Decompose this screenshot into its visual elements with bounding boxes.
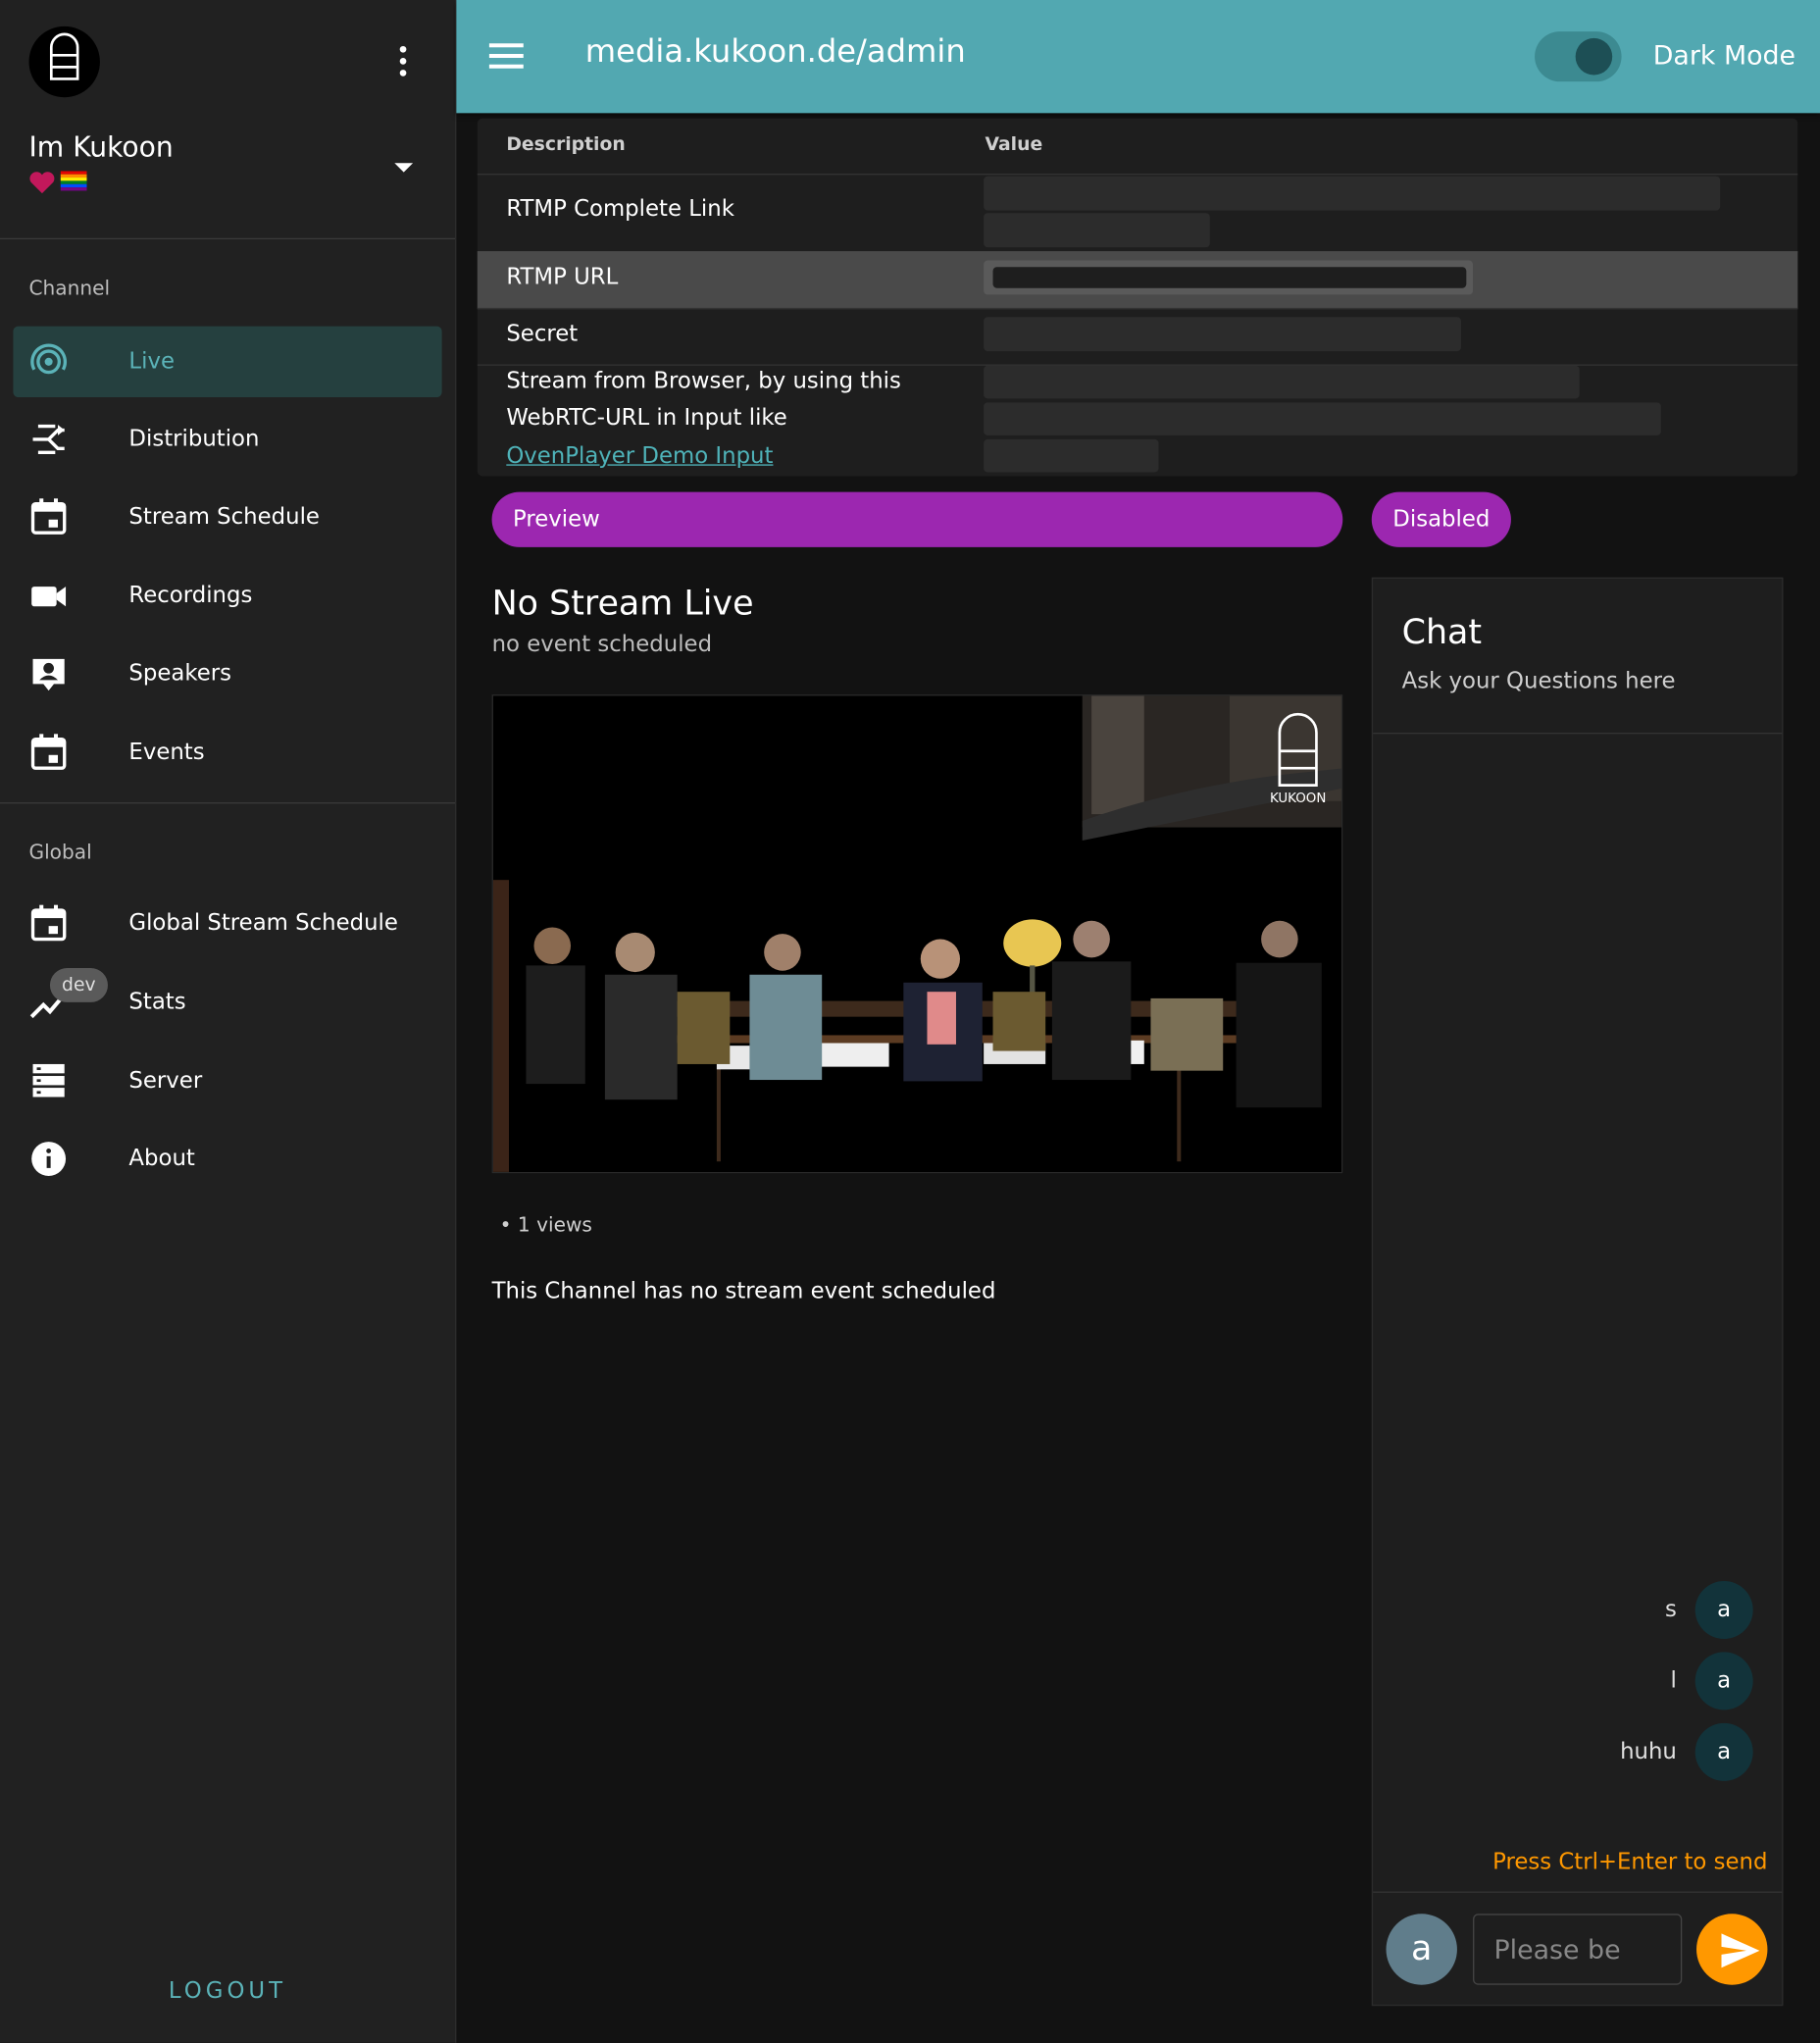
send-hint: Press Ctrl+Enter to send <box>1492 1849 1768 1876</box>
more-vert-icon[interactable] <box>389 42 416 84</box>
chat-message-text: huhu <box>1620 1738 1677 1765</box>
column-header: Description <box>506 133 626 156</box>
nav-item-about[interactable]: About <box>13 1123 441 1194</box>
page-title: media.kukoon.de/admin <box>584 32 966 71</box>
redacted-value <box>984 438 1159 473</box>
nav-item-label: Live <box>128 348 175 376</box>
channel-logo <box>28 26 100 98</box>
calendar-icon <box>30 904 67 942</box>
nav-item-events[interactable]: Events <box>13 717 441 788</box>
channel-section-label: Channel <box>28 276 111 300</box>
info-icon <box>31 1142 67 1176</box>
chat-message-input[interactable] <box>1473 1914 1683 1985</box>
heart-icon <box>29 172 55 194</box>
avatar: a <box>1694 1581 1753 1640</box>
send-button[interactable] <box>1696 1914 1768 1985</box>
table-row[interactable]: Stream from Browser, by using this WebRT… <box>478 364 1797 476</box>
table-row[interactable]: RTMP Complete Link <box>477 175 1798 253</box>
nav-item-global-stream-schedule[interactable]: Global Stream Schedule <box>13 888 441 958</box>
chat-message: huhu a <box>1620 1722 1753 1781</box>
dev-badge: dev <box>49 968 108 1002</box>
sidebar: Im Kukoon Channel Live Distribution Stre… <box>0 0 457 2043</box>
nav-item-label: Distribution <box>128 426 260 453</box>
row-description: RTMP Complete Link <box>506 195 734 223</box>
row-description: RTMP URL <box>506 264 619 291</box>
chat-message-text: l <box>1670 1667 1677 1695</box>
table-row[interactable]: Secret <box>477 308 1798 366</box>
chat-panel: Chat Ask your Questions here s a l a huh… <box>1371 577 1784 2007</box>
nav-item-recordings[interactable]: Recordings <box>13 560 441 631</box>
server-icon <box>32 1063 65 1098</box>
kukoon-logo-text: KUKOON <box>1270 792 1326 806</box>
nav-item-label: Global Stream Schedule <box>128 910 398 937</box>
divider <box>0 237 456 240</box>
preview-button[interactable]: Preview <box>491 491 1343 547</box>
nav-item-stream-schedule[interactable]: Stream Schedule <box>13 482 441 552</box>
dark-mode-label: Dark Mode <box>1652 39 1796 72</box>
divider <box>0 802 456 804</box>
calendar-icon <box>30 734 67 770</box>
nav-item-label: Events <box>128 739 205 766</box>
disabled-button[interactable]: Disabled <box>1371 491 1511 547</box>
logout-button[interactable]: LOGOUT <box>0 1978 455 2005</box>
table-header: Description Value <box>477 119 1798 176</box>
redacted-value <box>984 365 1580 399</box>
chat-title: Chat <box>1401 612 1483 653</box>
redacted-value <box>984 402 1661 435</box>
chat-message: s a <box>1665 1581 1753 1640</box>
avatar: a <box>1694 1652 1753 1711</box>
video-player[interactable]: KUKOON <box>491 694 1343 1174</box>
divider <box>1373 732 1783 735</box>
menu-icon[interactable] <box>488 43 524 70</box>
row-description: WebRTC-URL in Input like <box>506 405 787 432</box>
distribution-icon <box>32 424 65 455</box>
nav-item-label: Stream Schedule <box>128 503 320 531</box>
row-description: Stream from Browser, by using this <box>506 368 901 395</box>
speaker-icon <box>32 658 65 691</box>
redacted-value <box>984 317 1461 352</box>
stream-title: No Stream Live <box>491 584 754 624</box>
redacted-value <box>984 213 1210 248</box>
top-app-bar: media.kukoon.de/admin Dark Mode <box>456 0 1820 114</box>
user-menu-dropdown-icon[interactable] <box>394 163 414 173</box>
stream-subtitle: no event scheduled <box>491 631 713 658</box>
nav-item-label: Recordings <box>128 583 253 609</box>
calendar-icon <box>30 498 67 535</box>
no-event-message: This Channel has no stream event schedul… <box>491 1278 996 1305</box>
broadcast-icon <box>30 343 67 375</box>
avatar: a <box>1694 1722 1753 1781</box>
chat-message-text: s <box>1665 1597 1677 1623</box>
nav-item-server[interactable]: Server <box>13 1046 441 1116</box>
video-poster: KUKOON <box>492 695 1341 1172</box>
table-row[interactable]: RTMP URL <box>477 251 1798 310</box>
user-name: Im Kukoon <box>28 131 174 164</box>
chat-message: l a <box>1670 1652 1753 1711</box>
stream-info-table: Description Value RTMP Complete Link RTM… <box>477 118 1798 477</box>
global-section-label: Global <box>28 840 92 865</box>
ovenplayer-demo-link[interactable]: OvenPlayer Demo Input <box>506 443 773 470</box>
nav-item-label: Server <box>128 1067 203 1095</box>
chat-subtitle: Ask your Questions here <box>1401 668 1676 695</box>
nav-item-label: Speakers <box>128 660 232 688</box>
row-description: Secret <box>506 321 579 348</box>
nav-item-label: Stats <box>128 989 186 1016</box>
divider <box>1373 1891 1783 1893</box>
dark-mode-toggle-thumb[interactable] <box>1575 37 1613 76</box>
rainbow-flag-icon <box>60 171 87 191</box>
redacted-value <box>992 267 1467 288</box>
redacted-value <box>984 176 1721 211</box>
column-header: Value <box>985 133 1043 156</box>
avatar: a <box>1386 1914 1457 1985</box>
send-icon <box>1721 1933 1760 1968</box>
user-badges <box>29 171 87 194</box>
nav-item-live[interactable]: Live <box>13 326 442 398</box>
video-camera-icon <box>31 587 67 607</box>
nav-item-label: About <box>128 1146 195 1172</box>
nav-item-distribution[interactable]: Distribution <box>13 404 441 475</box>
nav-item-speakers[interactable]: Speakers <box>13 638 441 708</box>
view-count: • 1 views <box>499 1212 592 1237</box>
